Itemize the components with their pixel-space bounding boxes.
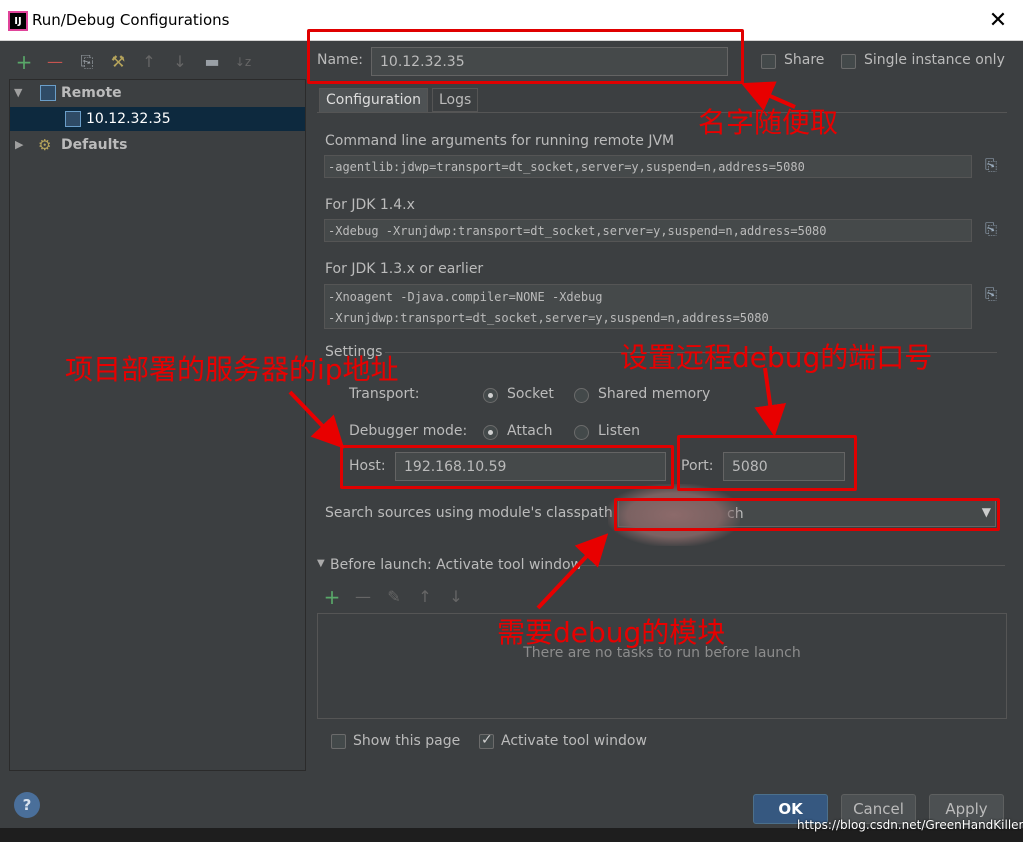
module-arrow xyxy=(536,533,609,610)
port-arrow xyxy=(754,367,787,437)
annotation-arrows xyxy=(288,81,796,610)
name-arrow xyxy=(741,81,796,111)
host-arrow xyxy=(288,390,345,449)
watermark: https://blog.csdn.net/GreenHandKiller xyxy=(797,818,1023,832)
